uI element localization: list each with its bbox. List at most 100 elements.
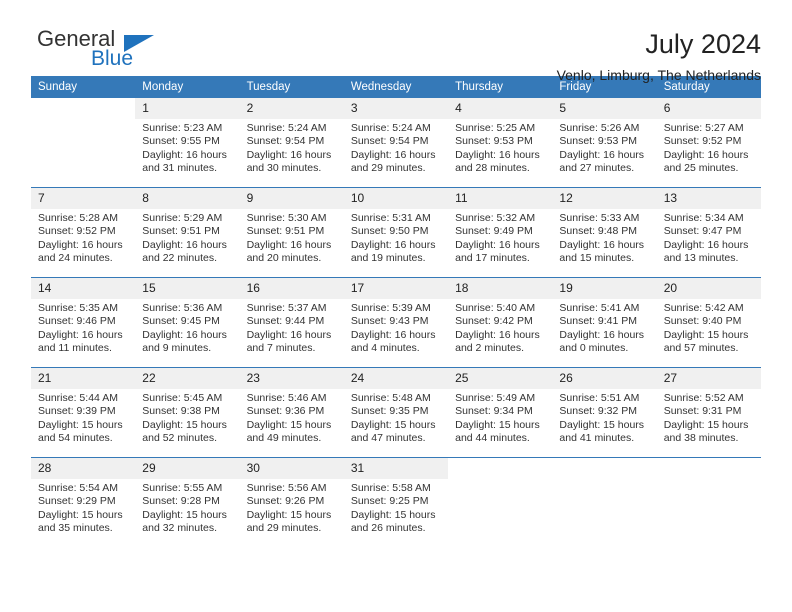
sunset-text: Sunset: 9:50 PM — [350, 225, 429, 238]
daylight-text-line2: and 11 minutes. — [38, 342, 112, 355]
sunset-text: Sunset: 9:52 PM — [663, 135, 742, 148]
calendar-day-cell[interactable]: 1 Sunrise: 5:23 AM Sunset: 9:55 PM Daylight… — [135, 98, 240, 188]
calendar-day-cell[interactable]: 28 Sunrise: 5:54 AM Sunset: 9:29 PM Dayligh… — [31, 457, 136, 547]
daylight-text-line2: and 28 minutes. — [455, 162, 530, 175]
sunrise-text: Sunrise: 5:30 AM — [246, 212, 327, 224]
calendar-day-cell[interactable]: 3 Sunrise: 5:24 AM Sunset: 9:54 PM Daylight… — [343, 98, 449, 188]
sunset-text: Sunset: 9:36 PM — [246, 405, 325, 418]
calendar-day-cell[interactable]: 11 Sunrise: 5:32 AM Sunset: 9:49 PM Dayligh… — [448, 187, 553, 278]
calendar-day-cell[interactable]: 13 Sunrise: 5:34 AM Sunset: 9:47 PM Dayligh… — [656, 187, 761, 278]
calendar-cell-empty — [552, 457, 657, 547]
calendar-day-cell[interactable]: 16 Sunrise: 5:37 AM Sunset: 9:44 PM Dayligh… — [239, 277, 344, 368]
calendar-day-cell[interactable]: 9 Sunrise: 5:30 AM Sunset: 9:51 PM Daylight… — [239, 187, 344, 278]
sunset-text: Sunset: 9:29 PM — [38, 495, 116, 508]
calendar-day-cell[interactable]: 20 Sunrise: 5:42 AM Sunset: 9:40 PM Dayligh… — [656, 277, 761, 368]
daylight-text-line1: Daylight: 15 hours — [246, 418, 332, 431]
sunrise-text: Sunrise: 5:48 AM — [350, 392, 431, 404]
weekday-header-thursday: Thursday — [448, 76, 553, 98]
daylight-text-line2: and 54 minutes. — [38, 432, 113, 445]
day-details: Sunrise: 5:58 AM Sunset: 9:25 PM Daylight:… — [344, 479, 448, 536]
daylight-text-line1: Daylight: 16 hours — [350, 148, 436, 161]
daylight-text-line2: and 31 minutes. — [142, 162, 217, 175]
calendar-week-row: 14 Sunrise: 5:35 AM Sunset: 9:46 PM Dayligh… — [31, 277, 761, 368]
daylight-text-line1: Daylight: 16 hours — [350, 328, 436, 341]
day-number: 21 — [31, 368, 136, 389]
daylight-text-line1: Daylight: 16 hours — [142, 238, 227, 251]
day-number: 23 — [239, 368, 344, 389]
day-number: 5 — [552, 98, 657, 119]
calendar-day-cell[interactable]: 5 Sunrise: 5:26 AM Sunset: 9:53 PM Daylight… — [552, 98, 657, 188]
calendar-day-cell[interactable]: 10 Sunrise: 5:31 AM Sunset: 9:50 PM Dayligh… — [343, 187, 449, 278]
sunrise-text: Sunrise: 5:46 AM — [246, 392, 327, 404]
sunrise-text: Sunrise: 5:56 AM — [246, 482, 327, 494]
sunset-text: Sunset: 9:52 PM — [38, 225, 116, 238]
sunrise-text: Sunrise: 5:31 AM — [350, 212, 431, 224]
calendar-day-cell[interactable]: 26 Sunrise: 5:51 AM Sunset: 9:32 PM Dayligh… — [552, 367, 657, 458]
daylight-text-line2: and 44 minutes. — [455, 432, 530, 445]
calendar-day-cell[interactable]: 6 Sunrise: 5:27 AM Sunset: 9:52 PM Daylight… — [656, 98, 761, 188]
sunset-text: Sunset: 9:48 PM — [559, 225, 638, 238]
sunrise-text: Sunrise: 5:25 AM — [455, 122, 536, 134]
sunrise-text: Sunrise: 5:52 AM — [663, 392, 744, 404]
calendar-day-cell[interactable]: 17 Sunrise: 5:39 AM Sunset: 9:43 PM Dayligh… — [343, 277, 449, 368]
calendar-day-cell[interactable]: 24 Sunrise: 5:48 AM Sunset: 9:35 PM Dayligh… — [343, 367, 449, 458]
daylight-text-line1: Daylight: 16 hours — [38, 238, 123, 251]
daylight-text-line2: and 27 minutes. — [559, 162, 635, 175]
daylight-text-line1: Daylight: 16 hours — [559, 148, 645, 161]
day-number: 28 — [31, 458, 136, 479]
sunrise-text: Sunrise: 5:23 AM — [142, 122, 223, 134]
daylight-text-line1: Daylight: 15 hours — [350, 508, 436, 521]
sunrise-text: Sunrise: 5:44 AM — [38, 392, 118, 404]
daylight-text-line1: Daylight: 16 hours — [38, 328, 123, 341]
calendar-day-cell[interactable]: 18 Sunrise: 5:40 AM Sunset: 9:42 PM Dayligh… — [448, 277, 553, 368]
calendar-week-row: 1 Sunrise: 5:23 AM Sunset: 9:55 PM Daylight… — [31, 98, 761, 188]
day-details: Sunrise: 5:56 AM Sunset: 9:26 PM Daylight:… — [240, 479, 344, 536]
calendar-day-cell[interactable]: 29 Sunrise: 5:55 AM Sunset: 9:28 PM Dayligh… — [135, 457, 240, 547]
calendar-day-cell[interactable]: 21 Sunrise: 5:44 AM Sunset: 9:39 PM Dayligh… — [31, 367, 136, 458]
day-details: Sunrise: 5:54 AM Sunset: 9:29 PM Daylight:… — [31, 479, 135, 536]
calendar-day-cell[interactable]: 30 Sunrise: 5:56 AM Sunset: 9:26 PM Dayligh… — [239, 457, 344, 547]
day-details: Sunrise: 5:48 AM Sunset: 9:35 PM Daylight:… — [344, 389, 448, 446]
calendar-day-cell[interactable]: 7 Sunrise: 5:28 AM Sunset: 9:52 PM Daylight… — [31, 187, 136, 278]
calendar-day-cell[interactable]: 14 Sunrise: 5:35 AM Sunset: 9:46 PM Dayligh… — [31, 277, 136, 368]
calendar-day-cell[interactable]: 27 Sunrise: 5:52 AM Sunset: 9:31 PM Dayligh… — [656, 367, 761, 458]
day-details: Sunrise: 5:55 AM Sunset: 9:28 PM Daylight:… — [135, 479, 239, 536]
calendar-cell-empty — [448, 457, 553, 547]
sunrise-text: Sunrise: 5:51 AM — [559, 392, 640, 404]
calendar-day-cell[interactable]: 4 Sunrise: 5:25 AM Sunset: 9:53 PM Daylight… — [448, 98, 553, 188]
calendar-day-cell[interactable]: 23 Sunrise: 5:46 AM Sunset: 9:36 PM Dayligh… — [239, 367, 344, 458]
daylight-text-line2: and 29 minutes. — [246, 522, 322, 535]
weekday-header-wednesday: Wednesday — [343, 76, 449, 98]
sunrise-text: Sunrise: 5:34 AM — [663, 212, 744, 224]
calendar-day-cell[interactable]: 25 Sunrise: 5:49 AM Sunset: 9:34 PM Dayligh… — [448, 367, 553, 458]
day-number: 11 — [448, 188, 553, 209]
daylight-text-line1: Daylight: 16 hours — [559, 238, 645, 251]
daylight-text-line1: Daylight: 15 hours — [455, 418, 540, 431]
day-number: 6 — [656, 98, 761, 119]
calendar-day-cell[interactable]: 22 Sunrise: 5:45 AM Sunset: 9:38 PM Dayligh… — [135, 367, 240, 458]
day-details: Sunrise: 5:51 AM Sunset: 9:32 PM Daylight:… — [552, 389, 656, 446]
day-details: Sunrise: 5:27 AM Sunset: 9:52 PM Daylight:… — [657, 119, 761, 176]
daylight-text-line1: Daylight: 15 hours — [38, 508, 123, 521]
day-number: 22 — [135, 368, 240, 389]
calendar-table: Sunday Monday Tuesday Wednesday Thursday… — [31, 76, 761, 547]
brand-logo[interactable]: General Blue — [31, 26, 181, 78]
day-details: Sunrise: 5:39 AM Sunset: 9:43 PM Daylight:… — [344, 299, 448, 356]
calendar-day-cell[interactable]: 12 Sunrise: 5:33 AM Sunset: 9:48 PM Dayligh… — [552, 187, 657, 278]
day-number: 4 — [448, 98, 553, 119]
calendar-day-cell[interactable]: 2 Sunrise: 5:24 AM Sunset: 9:54 PM Daylight… — [239, 98, 344, 188]
sunrise-text: Sunrise: 5:54 AM — [38, 482, 118, 494]
calendar-day-cell[interactable]: 19 Sunrise: 5:41 AM Sunset: 9:41 PM Dayligh… — [552, 277, 657, 368]
daylight-text-line1: Daylight: 16 hours — [455, 328, 540, 341]
calendar-day-cell[interactable]: 8 Sunrise: 5:29 AM Sunset: 9:51 PM Daylight… — [135, 187, 240, 278]
calendar-day-cell[interactable]: 31 Sunrise: 5:58 AM Sunset: 9:25 PM Dayligh… — [343, 457, 449, 547]
daylight-text-line2: and 35 minutes. — [38, 522, 113, 535]
day-number: 20 — [656, 278, 761, 299]
weekday-header-tuesday: Tuesday — [239, 76, 344, 98]
sunset-text: Sunset: 9:28 PM — [142, 495, 220, 508]
day-number: 15 — [135, 278, 240, 299]
calendar-page: General Blue July 2024 Venlo, Limburg, T… — [0, 0, 792, 612]
daylight-text-line1: Daylight: 16 hours — [246, 328, 332, 341]
sunrise-text: Sunrise: 5:55 AM — [142, 482, 223, 494]
calendar-day-cell[interactable]: 15 Sunrise: 5:36 AM Sunset: 9:45 PM Dayligh… — [135, 277, 240, 368]
